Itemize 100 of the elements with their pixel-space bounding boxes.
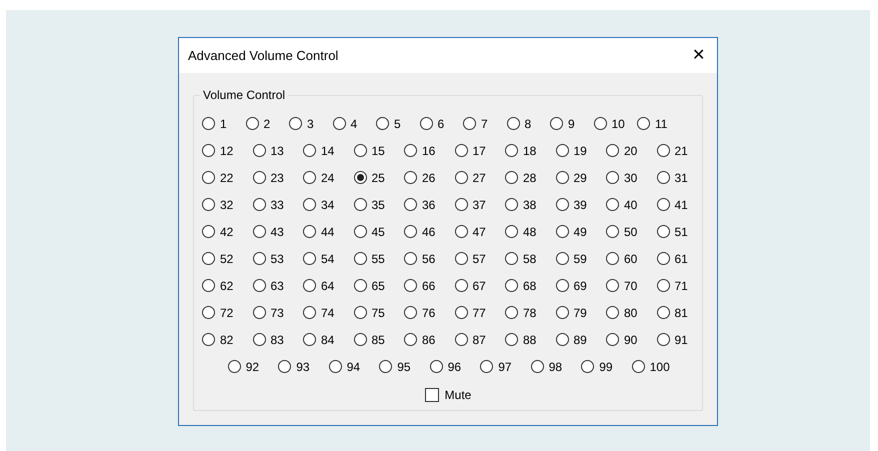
radio-button[interactable]: 93 xyxy=(278,358,329,376)
radio-button[interactable]: 46 xyxy=(404,222,454,240)
radio-button[interactable]: 51 xyxy=(656,222,707,240)
radio-button[interactable]: 95 xyxy=(379,358,430,376)
radio-button[interactable]: 96 xyxy=(430,358,480,376)
radio-button[interactable]: 4 xyxy=(332,114,376,132)
radio-button[interactable]: 61 xyxy=(656,250,707,268)
radio-button[interactable]: 16 xyxy=(404,142,454,160)
radio-button[interactable]: 50 xyxy=(606,222,656,240)
radio-button[interactable]: 14 xyxy=(303,142,354,160)
radio-button[interactable]: 66 xyxy=(404,276,454,294)
radio-button[interactable]: 80 xyxy=(606,304,656,322)
radio-button[interactable]: 13 xyxy=(252,142,303,160)
radio-button[interactable]: 69 xyxy=(556,276,606,294)
radio-button[interactable]: 2 xyxy=(246,114,289,132)
radio-button[interactable]: 36 xyxy=(404,196,454,214)
radio-button[interactable]: 75 xyxy=(354,304,404,322)
radio-button[interactable]: 34 xyxy=(303,196,354,214)
radio-button[interactable]: 8 xyxy=(506,114,550,132)
mute-checkbox[interactable]: Mute xyxy=(424,386,472,404)
radio-button[interactable]: 47 xyxy=(454,222,505,240)
radio-button[interactable]: 100 xyxy=(632,358,682,376)
radio-button[interactable]: 76 xyxy=(404,304,454,322)
radio-button[interactable]: 44 xyxy=(303,222,354,240)
radio-button[interactable]: 97 xyxy=(480,358,531,376)
radio-button[interactable]: 94 xyxy=(328,358,380,376)
radio-button[interactable]: 71 xyxy=(656,276,707,294)
radio-button[interactable]: 39 xyxy=(556,196,606,214)
radio-button[interactable]: 31 xyxy=(656,168,707,186)
radio-button[interactable]: 79 xyxy=(556,304,606,322)
radio-button[interactable]: 20 xyxy=(606,142,656,160)
radio-button[interactable]: 84 xyxy=(303,330,354,348)
radio-button[interactable]: 5 xyxy=(376,114,420,132)
radio-button[interactable]: 85 xyxy=(354,330,404,348)
close-button[interactable]: ✕ xyxy=(690,48,707,64)
radio-button[interactable]: 37 xyxy=(454,196,505,214)
radio-button[interactable]: 23 xyxy=(252,168,303,186)
radio-button[interactable]: 73 xyxy=(252,304,303,322)
radio-button[interactable]: 17 xyxy=(454,142,505,160)
radio-button[interactable]: 30 xyxy=(606,168,656,186)
radio-button[interactable]: 19 xyxy=(556,142,606,160)
radio-button[interactable]: 99 xyxy=(581,358,632,376)
radio-button[interactable]: 7 xyxy=(463,114,506,132)
radio-button[interactable]: 81 xyxy=(656,304,707,322)
radio-button[interactable]: 86 xyxy=(404,330,454,348)
radio-button[interactable]: 89 xyxy=(556,330,606,348)
radio-button[interactable]: 64 xyxy=(303,276,354,294)
radio-button[interactable]: 92 xyxy=(228,358,278,376)
radio-button[interactable]: 91 xyxy=(656,330,707,348)
radio-button[interactable]: 24 xyxy=(303,168,354,186)
radio-button[interactable]: 25 xyxy=(354,168,404,186)
radio-button[interactable]: 12 xyxy=(202,142,252,160)
radio-button[interactable]: 27 xyxy=(454,168,505,186)
radio-button[interactable]: 22 xyxy=(202,168,252,186)
radio-button[interactable]: 55 xyxy=(354,250,404,268)
radio-button[interactable]: 53 xyxy=(252,250,303,268)
radio-button[interactable]: 98 xyxy=(530,358,582,376)
radio-button[interactable]: 70 xyxy=(606,276,656,294)
radio-button[interactable]: 43 xyxy=(252,222,303,240)
radio-button[interactable]: 48 xyxy=(505,222,556,240)
radio-button[interactable]: 78 xyxy=(505,304,556,322)
radio-button[interactable]: 18 xyxy=(505,142,556,160)
radio-button[interactable]: 72 xyxy=(202,304,252,322)
radio-button[interactable]: 32 xyxy=(202,196,252,214)
radio-button[interactable]: 35 xyxy=(354,196,404,214)
radio-button[interactable]: 82 xyxy=(202,330,252,348)
radio-button[interactable]: 54 xyxy=(303,250,354,268)
radio-button[interactable]: 83 xyxy=(252,330,303,348)
radio-button[interactable]: 45 xyxy=(354,222,404,240)
radio-button[interactable]: 57 xyxy=(454,250,505,268)
radio-button[interactable]: 60 xyxy=(606,250,656,268)
radio-button[interactable]: 67 xyxy=(454,276,505,294)
radio-button[interactable]: 49 xyxy=(556,222,606,240)
radio-button[interactable]: 90 xyxy=(606,330,656,348)
radio-button[interactable]: 87 xyxy=(454,330,505,348)
radio-button[interactable]: 10 xyxy=(594,114,637,132)
radio-button[interactable]: 63 xyxy=(252,276,303,294)
radio-button[interactable]: 9 xyxy=(550,114,594,132)
radio-button[interactable]: 6 xyxy=(420,114,463,132)
radio-button[interactable]: 42 xyxy=(202,222,252,240)
radio-button[interactable]: 15 xyxy=(354,142,404,160)
radio-button[interactable]: 38 xyxy=(505,196,556,214)
radio-button[interactable]: 68 xyxy=(505,276,556,294)
radio-button[interactable]: 26 xyxy=(404,168,454,186)
radio-button[interactable]: 62 xyxy=(202,276,252,294)
radio-button[interactable]: 41 xyxy=(656,196,707,214)
radio-button[interactable]: 33 xyxy=(252,196,303,214)
radio-button[interactable]: 3 xyxy=(289,114,332,132)
radio-button[interactable]: 11 xyxy=(637,114,680,132)
radio-button[interactable]: 21 xyxy=(656,142,707,160)
radio-button[interactable]: 56 xyxy=(404,250,454,268)
radio-button[interactable]: 58 xyxy=(505,250,556,268)
radio-button[interactable]: 1 xyxy=(202,114,246,132)
radio-button[interactable]: 28 xyxy=(505,168,556,186)
radio-button[interactable]: 40 xyxy=(606,196,656,214)
radio-button[interactable]: 74 xyxy=(303,304,354,322)
radio-button[interactable]: 29 xyxy=(556,168,606,186)
radio-button[interactable]: 59 xyxy=(556,250,606,268)
radio-button[interactable]: 52 xyxy=(202,250,252,268)
radio-button[interactable]: 77 xyxy=(454,304,505,322)
